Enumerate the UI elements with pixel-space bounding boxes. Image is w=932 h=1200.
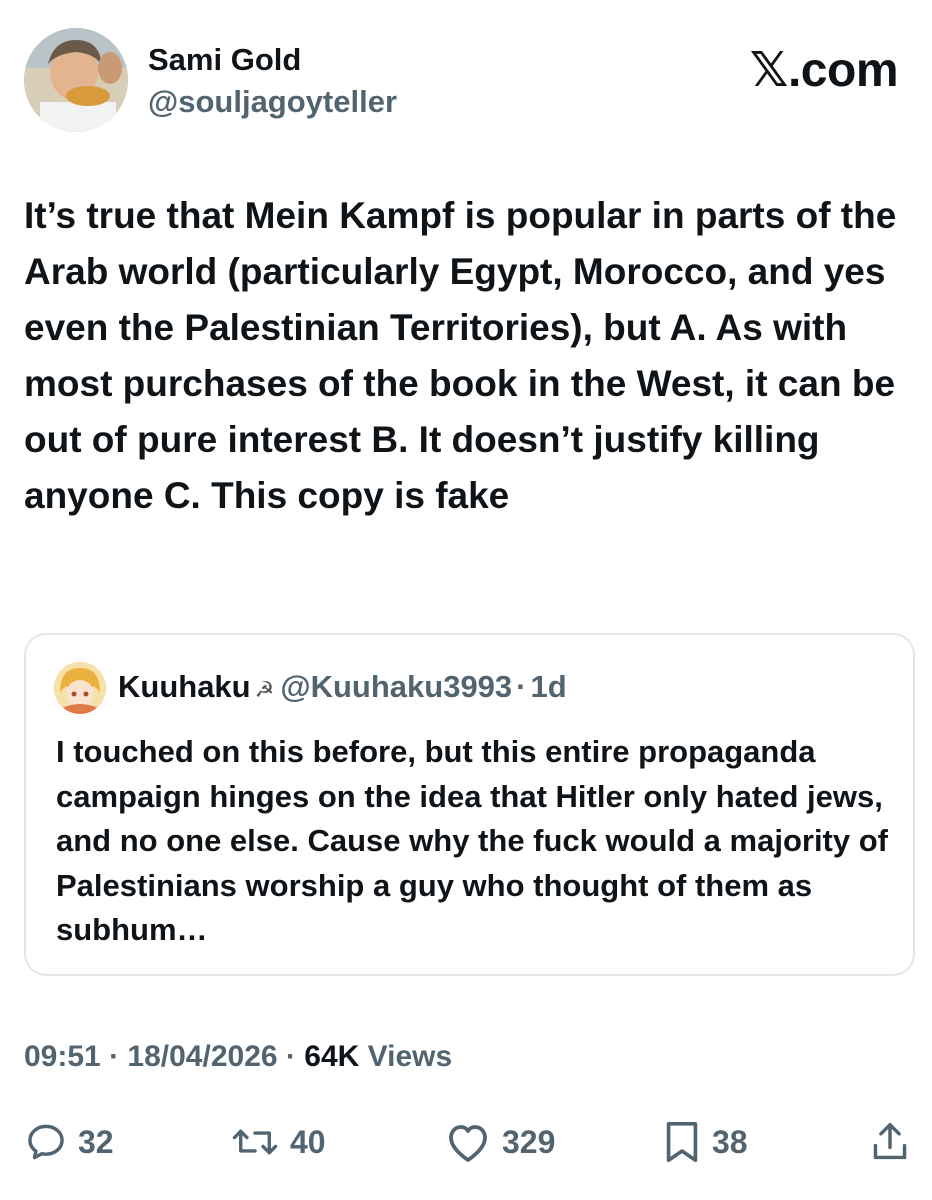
quote-avatar[interactable] bbox=[54, 662, 106, 714]
reply-icon bbox=[28, 1124, 64, 1160]
author-avatar-image bbox=[24, 28, 128, 132]
share-button[interactable] bbox=[870, 1112, 910, 1172]
quote-author-handle[interactable]: @Kuuhaku3993 bbox=[280, 669, 512, 704]
tweet-date[interactable]: 18/04/2026 bbox=[127, 1040, 277, 1073]
quote-author-name[interactable]: Kuuhaku bbox=[118, 669, 251, 704]
reply-count: 32 bbox=[78, 1123, 114, 1160]
meta-separator: · bbox=[109, 1040, 120, 1073]
like-count: 329 bbox=[502, 1123, 556, 1160]
action-bar: 32 40 329 38 bbox=[0, 1112, 932, 1172]
author-avatar[interactable] bbox=[24, 28, 128, 132]
meta-separator: · bbox=[285, 1040, 296, 1073]
views-label: Views bbox=[367, 1040, 453, 1073]
quote-avatar-image bbox=[54, 662, 106, 714]
heart-icon bbox=[449, 1125, 487, 1162]
views-count: 64K bbox=[304, 1040, 360, 1073]
quote-timestamp[interactable]: 1d bbox=[531, 669, 567, 704]
tweet-time[interactable]: 09:51 bbox=[24, 1040, 101, 1073]
tweet-meta: 09:51 · 18/04/2026 · 64K Views bbox=[24, 1037, 452, 1077]
bookmark-button[interactable]: 38 bbox=[662, 1112, 748, 1172]
quoted-tweet-card[interactable]: Kuuhaku ☭ @Kuuhaku3993 · 1d I touched on thi… bbox=[24, 633, 915, 976]
repost-count: 40 bbox=[290, 1123, 326, 1160]
quote-header: Kuuhaku ☭ @Kuuhaku3993 · 1d bbox=[118, 669, 567, 708]
repost-icon bbox=[232, 1129, 278, 1155]
repost-button[interactable]: 40 bbox=[230, 1112, 326, 1172]
share-icon bbox=[873, 1123, 907, 1160]
hammer-sickle-icon: ☭ bbox=[254, 677, 275, 702]
x-logo: 𝕏.com bbox=[749, 44, 899, 97]
tweet-text: It’s true that Mein Kampf is popular in … bbox=[24, 195, 897, 516]
reply-button[interactable]: 32 bbox=[24, 1112, 114, 1172]
quote-separator: · bbox=[516, 669, 527, 704]
bookmark-icon bbox=[666, 1121, 698, 1163]
author-handle[interactable]: @souljagoyteller bbox=[148, 84, 397, 120]
quote-text: I touched on this before, but this entir… bbox=[56, 734, 888, 948]
like-button[interactable]: 329 bbox=[444, 1112, 555, 1172]
author-name[interactable]: Sami Gold bbox=[148, 42, 301, 78]
bookmark-count: 38 bbox=[712, 1123, 748, 1160]
